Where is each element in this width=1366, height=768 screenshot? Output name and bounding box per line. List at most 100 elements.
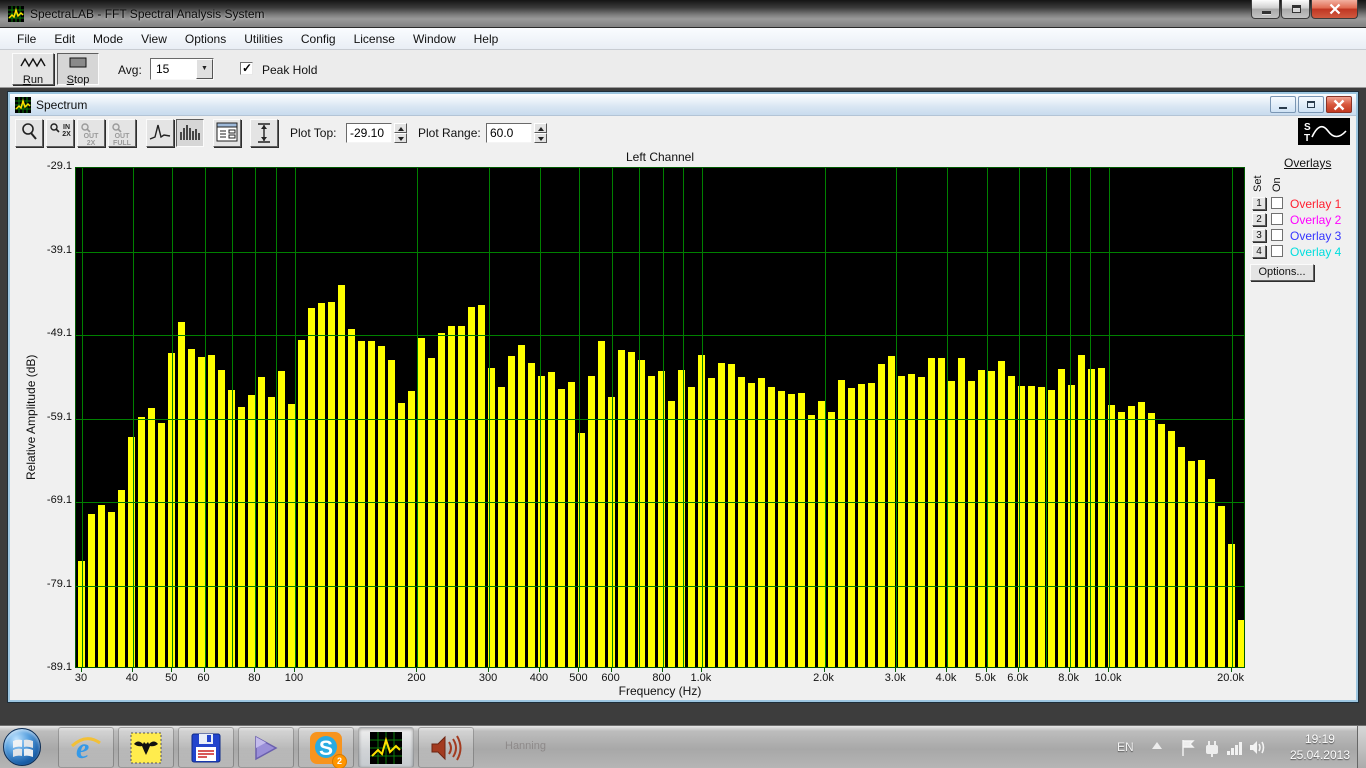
taskbar-spectralab[interactable] bbox=[358, 727, 414, 768]
run-button[interactable]: Run bbox=[12, 53, 54, 85]
taskbar-the-bat[interactable] bbox=[118, 727, 174, 768]
gridline-vertical bbox=[417, 168, 418, 667]
show-hidden-icons-arrow[interactable] bbox=[1152, 742, 1162, 749]
plot-range-spinner[interactable] bbox=[534, 123, 547, 143]
overlay-on-checkbox-4[interactable] bbox=[1271, 245, 1283, 257]
overlay-set-button-3[interactable]: 3 bbox=[1252, 229, 1266, 242]
overlay-on-checkbox-3[interactable] bbox=[1271, 229, 1283, 241]
avg-combobox[interactable]: 15 ▼ bbox=[150, 58, 214, 80]
taskbar-volume-mixer[interactable] bbox=[418, 727, 474, 768]
close-button[interactable] bbox=[1311, 0, 1358, 19]
taskbar-media-player[interactable] bbox=[238, 727, 294, 768]
spectrum-restore-button[interactable] bbox=[1298, 96, 1324, 113]
menu-item-window[interactable]: Window bbox=[404, 29, 465, 49]
spectrum-bar bbox=[568, 382, 575, 667]
spectrum-bar bbox=[1178, 447, 1185, 667]
zoom-out-icon bbox=[81, 123, 91, 133]
spectrum-bar bbox=[428, 358, 435, 667]
zoom-in-2x-button[interactable]: IN 2X bbox=[46, 119, 74, 147]
zoom-out-full-button[interactable]: OUT FULL bbox=[108, 119, 136, 147]
spectrum-bar bbox=[138, 417, 145, 667]
menu-item-utilities[interactable]: Utilities bbox=[235, 29, 292, 49]
display-options-button[interactable] bbox=[213, 119, 241, 147]
overlay-label-1: Overlay 1 bbox=[1290, 197, 1341, 211]
overlays-options-button[interactable]: Options... bbox=[1250, 264, 1314, 281]
menu-item-view[interactable]: View bbox=[132, 29, 176, 49]
zoom-out-2x-button[interactable]: OUT 2X bbox=[77, 119, 105, 147]
start-button[interactable] bbox=[3, 728, 41, 766]
spectrum-close-button[interactable] bbox=[1326, 96, 1352, 113]
spectrum-bar bbox=[1118, 412, 1125, 668]
spectrum-bar bbox=[178, 322, 185, 667]
run-button-label: Run bbox=[13, 74, 53, 86]
spectrum-bar bbox=[508, 356, 515, 668]
spectrum-bar bbox=[1048, 390, 1055, 667]
taskbar-save-tool[interactable] bbox=[178, 727, 234, 768]
spin-up-icon[interactable] bbox=[534, 123, 547, 133]
stop-button[interactable]: Stop bbox=[57, 53, 99, 85]
y-tick-label: -49.1 bbox=[47, 327, 72, 339]
restore-button[interactable] bbox=[1281, 0, 1310, 19]
x-tick-label: 400 bbox=[530, 672, 548, 684]
network-signal-icon[interactable] bbox=[1226, 739, 1244, 756]
close-icon bbox=[1329, 4, 1340, 15]
menu-item-config[interactable]: Config bbox=[292, 29, 345, 49]
spectrum-bar bbox=[268, 397, 275, 667]
overlay-on-checkbox-2[interactable] bbox=[1271, 213, 1283, 225]
menu-item-help[interactable]: Help bbox=[465, 29, 508, 49]
spectrum-bar bbox=[1008, 376, 1015, 667]
peak-hold-checkbox[interactable] bbox=[240, 62, 253, 75]
menu-item-edit[interactable]: Edit bbox=[45, 29, 84, 49]
spectrum-bar bbox=[458, 326, 465, 667]
zoom-full-bottom-label: FULL bbox=[109, 140, 135, 147]
st-logo-t: T bbox=[1304, 133, 1310, 144]
plot-range-input[interactable] bbox=[486, 123, 532, 143]
gridline-vertical bbox=[639, 168, 640, 667]
action-center-flag-icon[interactable] bbox=[1180, 739, 1196, 757]
power-plug-icon[interactable] bbox=[1203, 739, 1221, 757]
clock-time: 19:19 bbox=[1290, 731, 1350, 747]
peak-hold-label: Peak Hold bbox=[262, 63, 317, 77]
spectrum-bar bbox=[758, 378, 765, 667]
x-axis-label: Frequency (Hz) bbox=[75, 684, 1245, 698]
bar-plot-button[interactable] bbox=[176, 119, 204, 147]
overlay-on-checkbox-1[interactable] bbox=[1271, 197, 1283, 209]
spectrum-bar bbox=[248, 395, 255, 667]
minimize-button[interactable] bbox=[1251, 0, 1280, 19]
spectrum-titlebar[interactable]: Spectrum bbox=[10, 94, 1356, 116]
menu-item-options[interactable]: Options bbox=[176, 29, 235, 49]
show-desktop-button[interactable] bbox=[1357, 726, 1366, 768]
overlay-set-button-1[interactable]: 1 bbox=[1252, 197, 1266, 210]
spectrum-bar bbox=[518, 345, 525, 667]
spin-up-icon[interactable] bbox=[394, 123, 407, 133]
taskbar-internet-explorer[interactable]: e bbox=[58, 727, 114, 768]
overlay-label-3: Overlay 3 bbox=[1290, 229, 1341, 243]
spin-down-icon[interactable] bbox=[394, 133, 407, 143]
spin-down-icon[interactable] bbox=[534, 133, 547, 143]
menu-item-mode[interactable]: Mode bbox=[84, 29, 132, 49]
plot-top-spinner[interactable] bbox=[394, 123, 407, 143]
menu-item-license[interactable]: License bbox=[345, 29, 404, 49]
plot-top-input[interactable] bbox=[346, 123, 392, 143]
spectrum-minimize-button[interactable] bbox=[1270, 96, 1296, 113]
spectrum-window-title: Spectrum bbox=[36, 98, 87, 112]
taskbar-skype[interactable]: S 2 bbox=[298, 727, 354, 768]
clock[interactable]: 19:19 25.04.2013 bbox=[1290, 731, 1350, 763]
overlays-title: Overlays bbox=[1284, 156, 1356, 170]
spectrum-plot[interactable] bbox=[75, 167, 1245, 668]
spectrum-bar bbox=[1158, 424, 1165, 667]
y-scale-button[interactable] bbox=[250, 119, 278, 147]
spectrum-bar bbox=[1238, 620, 1245, 667]
spectrum-bar bbox=[208, 355, 215, 667]
language-indicator[interactable]: EN bbox=[1117, 740, 1134, 754]
line-plot-button[interactable] bbox=[146, 119, 174, 147]
menu-item-file[interactable]: File bbox=[8, 29, 45, 49]
spectrum-bar bbox=[778, 391, 785, 667]
volume-tray-icon[interactable] bbox=[1249, 739, 1267, 756]
zoom-cursor-button[interactable] bbox=[15, 119, 43, 147]
combo-dropdown-icon[interactable]: ▼ bbox=[196, 59, 213, 79]
overlay-set-button-4[interactable]: 4 bbox=[1252, 245, 1266, 258]
spectrum-bar bbox=[818, 401, 825, 667]
overlay-set-button-2[interactable]: 2 bbox=[1252, 213, 1266, 226]
spectrum-bar bbox=[408, 391, 415, 667]
